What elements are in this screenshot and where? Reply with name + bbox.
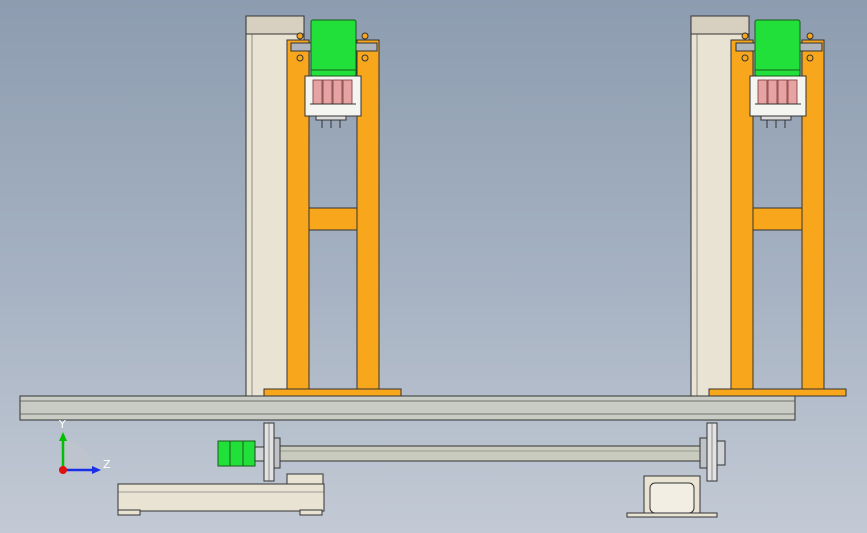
lower-shaft-assembly[interactable] — [217, 422, 726, 482]
left-pulley — [263, 422, 281, 482]
left-frame-base-plate — [263, 388, 402, 397]
right-frame-base-plate — [708, 388, 847, 397]
main-rail[interactable] — [19, 395, 796, 421]
drive-shaft — [279, 445, 701, 462]
right-pulley — [699, 422, 726, 482]
model-view[interactable]: Y Z — [0, 0, 867, 533]
left-coils — [310, 79, 356, 105]
lower-right-block[interactable] — [626, 475, 718, 518]
left-frame-crossbar — [308, 207, 358, 231]
right-station[interactable] — [690, 15, 847, 397]
cad-viewport[interactable]: Y Z — [0, 0, 867, 533]
right-motor[interactable] — [754, 19, 801, 77]
right-pins — [760, 115, 792, 128]
orientation-triad[interactable]: Y Z — [58, 418, 111, 474]
y-axis-label: Y — [58, 418, 66, 431]
left-column-cap — [245, 15, 305, 35]
left-pins — [315, 115, 347, 128]
x-axis-dot — [59, 466, 67, 474]
right-column-cap — [690, 15, 750, 35]
lower-left-bed[interactable] — [117, 473, 325, 516]
right-coils — [755, 79, 801, 105]
left-motor[interactable] — [310, 19, 357, 77]
lower-motor[interactable] — [217, 440, 256, 467]
z-axis-label: Z — [103, 458, 111, 471]
right-frame-crossbar — [752, 207, 803, 231]
left-station[interactable] — [245, 15, 402, 397]
